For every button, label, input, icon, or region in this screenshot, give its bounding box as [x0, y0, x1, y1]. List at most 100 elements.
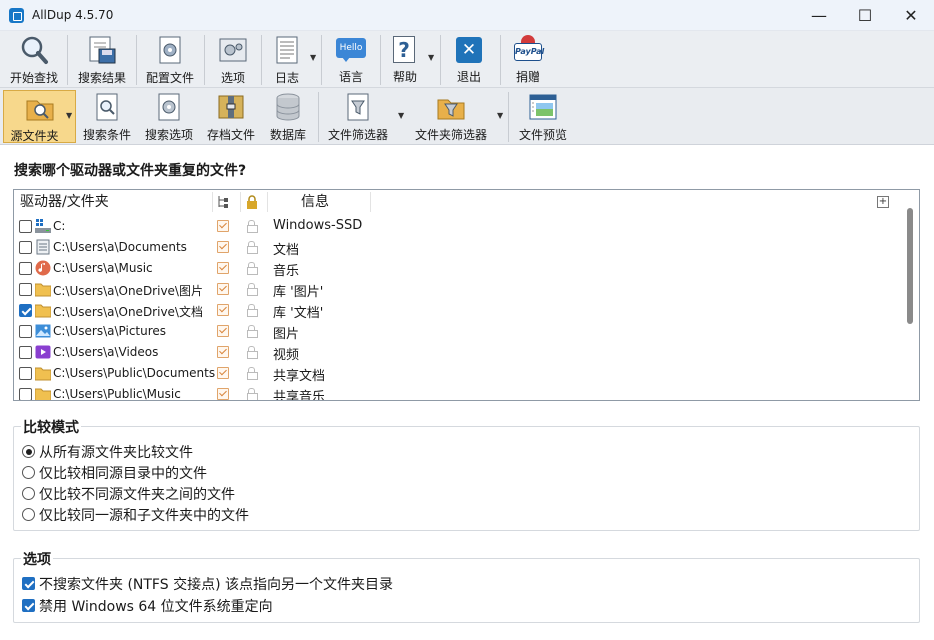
compare-mode-radio[interactable]	[22, 487, 35, 500]
folder-row[interactable]: C: Windows-SSD	[14, 216, 909, 237]
folder-path: C:	[53, 219, 66, 233]
folder-checkbox[interactable]	[19, 283, 32, 296]
add-folder-button[interactable]: +	[877, 196, 889, 208]
lock-toggle-icon[interactable]	[247, 283, 258, 296]
log-dropdown-arrow[interactable]: ▼	[310, 53, 316, 62]
folder-path: C:\Users\a\OneDrive\文档	[53, 305, 203, 319]
folder-row[interactable]: C:\Users\a\Pictures 图片	[14, 321, 909, 342]
folder-checkbox[interactable]	[19, 367, 32, 380]
include-subfolders-checkbox[interactable]	[217, 304, 229, 316]
column-header-lock[interactable]	[246, 190, 258, 214]
language-button[interactable]: Hello 语言	[326, 33, 376, 85]
lock-toggle-icon[interactable]	[247, 388, 258, 400]
donate-button[interactable]: PayPal 捐赠	[505, 33, 551, 85]
tab-archive[interactable]: 存档文件	[202, 90, 260, 142]
lock-toggle-icon[interactable]	[247, 367, 258, 380]
include-subfolders-checkbox[interactable]	[217, 241, 229, 253]
include-subfolders-checkbox[interactable]	[217, 388, 229, 400]
folder-row[interactable]: C:\Users\a\Documents 文档	[14, 237, 909, 258]
folder-checkbox[interactable]	[19, 388, 32, 400]
column-header-info[interactable]: 信息	[301, 190, 329, 214]
compare-mode-label: 仅比较相同源目录中的文件	[39, 466, 207, 482]
folder-checkbox[interactable]	[19, 304, 32, 317]
lock-toggle-icon[interactable]	[247, 304, 258, 317]
folder-checkbox[interactable]	[19, 325, 32, 338]
include-subfolders-checkbox[interactable]	[217, 262, 229, 274]
include-subfolders-checkbox[interactable]	[217, 220, 229, 232]
folder-checkbox[interactable]	[19, 241, 32, 254]
folder-filter-dropdown-arrow[interactable]: ▼	[497, 111, 503, 120]
folder-info: Windows-SSD	[273, 218, 363, 233]
tab-folder-filter[interactable]: 文件夹筛选器	[408, 90, 494, 142]
lock-toggle-icon[interactable]	[247, 220, 258, 233]
folder-row[interactable]: C:\Users\Public\Documents 共享文档	[14, 363, 909, 384]
exit-label: 退出	[456, 70, 481, 84]
folder-row[interactable]: C:\Users\a\OneDrive\文档 库 '文档'	[14, 300, 909, 321]
options-title: 选项	[21, 549, 53, 569]
folder-row[interactable]: C:\Users\a\OneDrive\图片 库 '图片'	[14, 279, 909, 300]
log-button[interactable]: 日志	[264, 33, 310, 85]
tab-file-preview[interactable]: 文件预览	[512, 90, 574, 142]
options-button[interactable]: 选项	[207, 33, 259, 85]
folder-icon	[34, 281, 52, 297]
folder-info: 图片	[273, 327, 300, 342]
videos-icon	[35, 344, 51, 360]
lock-toggle-icon[interactable]	[247, 262, 258, 275]
maximize-button[interactable]: ☐	[842, 0, 888, 31]
compare-mode-group: 比较模式 从所有源文件夹比较文件 仅比较相同源目录中的文件 仅比较不同源文件夹之间的…	[13, 417, 920, 531]
folder-row[interactable]: C:\Users\Public\Music 共享音乐	[14, 384, 909, 401]
search-results-button[interactable]: 搜索结果	[70, 33, 134, 85]
folder-row[interactable]: C:\Users\a\Music 音乐	[14, 258, 909, 279]
folder-path: C:\Users\Public\Documents	[53, 366, 216, 380]
tab-search-criteria-label: 搜索条件	[82, 128, 131, 142]
options-group: 选项 不搜索文件夹 (NTFS 交接点) 该点指向另一个文件夹目录 禁用 Wind…	[13, 549, 920, 623]
lock-toggle-icon[interactable]	[247, 241, 258, 254]
option-checkbox[interactable]	[22, 599, 35, 612]
help-label: 帮助	[392, 70, 417, 84]
compare-mode-radio[interactable]	[22, 508, 35, 521]
lock-toggle-icon[interactable]	[247, 325, 258, 338]
column-header-subfolders[interactable]	[216, 190, 230, 214]
tab-file-preview-label: 文件预览	[518, 128, 567, 142]
source-folder-list[interactable]: 驱动器/文件夹 信息 + C: Windows-SSD C:\Users\a\Doc…	[13, 189, 920, 401]
close-button[interactable]: ✕	[888, 0, 934, 31]
compare-mode-radio[interactable]	[22, 445, 35, 458]
source-folder-dropdown-arrow[interactable]: ▼	[66, 111, 72, 120]
minimize-button[interactable]: —	[796, 0, 842, 31]
tab-search-criteria[interactable]: 搜索条件	[78, 90, 136, 142]
lock-toggle-icon[interactable]	[247, 346, 258, 359]
folder-checkbox[interactable]	[19, 220, 32, 233]
folder-path: C:\Users\a\Documents	[53, 240, 187, 254]
hello-language-icon: Hello	[336, 35, 366, 64]
search-results-label: 搜索结果	[77, 71, 126, 85]
magnifier-icon	[19, 35, 49, 65]
folder-path: C:\Users\Public\Music	[53, 387, 181, 401]
folder-row[interactable]: C:\Users\a\Videos 视频	[14, 342, 909, 363]
tab-search-options[interactable]: 搜索选项	[140, 90, 198, 142]
help-button[interactable]: ? 帮助	[383, 33, 427, 85]
profile-button[interactable]: 配置文件	[139, 33, 201, 85]
include-subfolders-checkbox[interactable]	[217, 346, 229, 358]
column-header-path[interactable]: 驱动器/文件夹	[20, 190, 109, 214]
help-dropdown-arrow[interactable]: ▼	[428, 53, 434, 62]
tab-file-filter[interactable]: 文件筛选器	[322, 90, 394, 142]
option-checkbox[interactable]	[22, 577, 35, 590]
folder-info: 库 '图片'	[273, 285, 324, 300]
compare-mode-radio[interactable]	[22, 466, 35, 479]
folder-checkbox[interactable]	[19, 262, 32, 275]
help-icon: ?	[390, 35, 420, 64]
tab-database[interactable]: 数据库	[264, 90, 312, 142]
start-search-button[interactable]: 开始查找	[4, 33, 64, 85]
include-subfolders-checkbox[interactable]	[217, 367, 229, 379]
file-filter-dropdown-arrow[interactable]: ▼	[398, 111, 404, 120]
lock-icon	[247, 195, 257, 209]
exit-button[interactable]: ✕ 退出	[446, 33, 492, 85]
include-subfolders-checkbox[interactable]	[217, 325, 229, 337]
folder-checkbox[interactable]	[19, 346, 32, 359]
folder-info: 文档	[273, 243, 300, 258]
file-filter-icon	[343, 92, 373, 122]
list-scrollbar[interactable]	[907, 208, 913, 324]
include-subfolders-checkbox[interactable]	[217, 283, 229, 295]
tab-search-options-label: 搜索选项	[144, 128, 193, 142]
folder-icon	[34, 365, 52, 381]
